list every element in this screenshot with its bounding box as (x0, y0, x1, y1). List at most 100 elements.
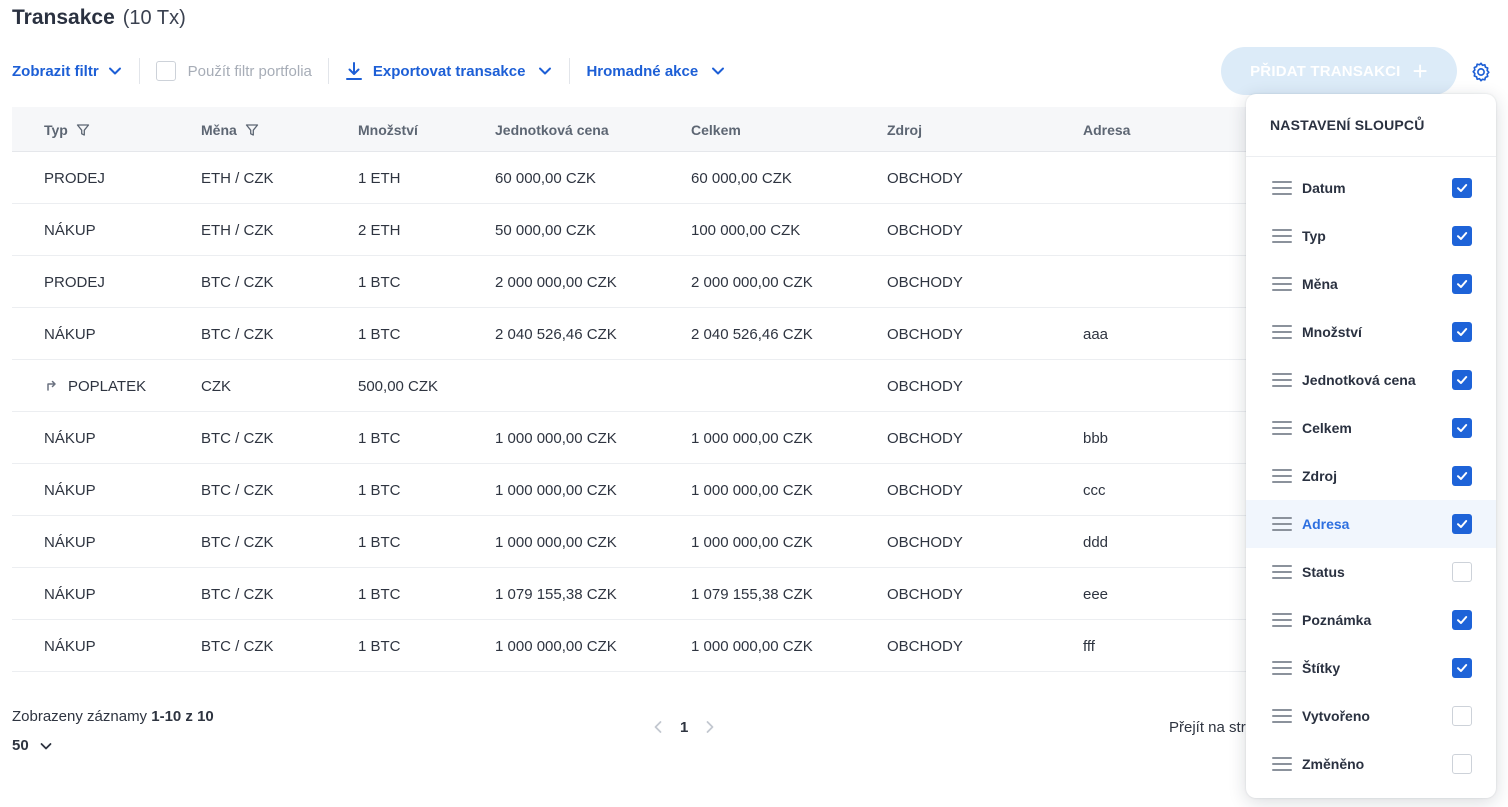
column-header-unit-price[interactable]: Jednotková cena (495, 107, 609, 152)
column-header-address[interactable]: Adresa (1083, 107, 1130, 152)
cell-total: 2 000 000,00 CZK (691, 273, 813, 291)
column-settings-button[interactable] (1466, 57, 1496, 87)
table-row[interactable]: NÁKUP BTC / CZK 1 BTC 2 040 526,46 CZK 2 040… (12, 308, 1312, 360)
column-setting-label: Množství (1302, 324, 1362, 340)
chevron-right-icon[interactable] (702, 719, 718, 735)
current-page[interactable]: 1 (680, 719, 688, 736)
column-setting-checkbox[interactable] (1452, 658, 1472, 678)
drag-handle-icon[interactable] (1272, 181, 1292, 195)
page-size-select[interactable]: 50 (12, 737, 53, 754)
drag-handle-icon[interactable] (1272, 757, 1292, 771)
portfolio-filter-checkbox[interactable] (155, 61, 176, 81)
column-setting-label: Celkem (1302, 420, 1352, 436)
cell-unit-price: 2 000 000,00 CZK (495, 273, 617, 291)
column-setting-label: Datum (1302, 180, 1346, 196)
column-setting-label: Typ (1302, 228, 1326, 244)
drag-handle-icon[interactable] (1272, 229, 1292, 243)
drag-handle-icon[interactable] (1272, 613, 1292, 627)
checkmark-icon (1457, 520, 1468, 528)
cell-unit-price: 1 000 000,00 CZK (495, 637, 617, 655)
column-setting-item[interactable]: Měna (1246, 260, 1496, 308)
column-header-total[interactable]: Celkem (691, 107, 741, 152)
drag-handle-icon[interactable] (1272, 709, 1292, 723)
checkmark-icon (1457, 376, 1468, 384)
cell-source: OBCHODY (887, 169, 963, 187)
table-body: PRODEJ ETH / CZK 1 ETH 60 000,00 CZK 60 000,… (12, 152, 1312, 672)
show-filter-button[interactable]: Zobrazit filtr (12, 52, 123, 90)
cell-type: PRODEJ (44, 273, 105, 291)
column-setting-checkbox[interactable] (1452, 274, 1472, 294)
column-setting-checkbox[interactable] (1452, 610, 1472, 630)
column-setting-checkbox[interactable] (1452, 370, 1472, 390)
page-header: Transakce (10 Tx) (12, 6, 186, 32)
cell-source: OBCHODY (887, 429, 963, 447)
column-setting-checkbox[interactable] (1452, 466, 1472, 486)
column-setting-item[interactable]: Poznámka (1246, 596, 1496, 644)
drag-handle-icon[interactable] (1272, 373, 1292, 387)
table-row[interactable]: NÁKUP BTC / CZK 1 BTC 1 000 000,00 CZK 1 000… (12, 620, 1312, 672)
drag-handle-icon[interactable] (1272, 277, 1292, 291)
column-setting-item[interactable]: Změněno (1246, 740, 1496, 788)
drag-handle-icon[interactable] (1272, 325, 1292, 339)
column-setting-item[interactable]: Množství (1246, 308, 1496, 356)
table-row[interactable]: NÁKUP BTC / CZK 1 BTC 1 000 000,00 CZK 1 000… (12, 464, 1312, 516)
drag-handle-icon[interactable] (1272, 565, 1292, 579)
filter-icon[interactable] (76, 123, 90, 137)
cell-unit-price: 1 000 000,00 CZK (495, 429, 617, 447)
cell-currency: BTC / CZK (201, 585, 274, 603)
table-row[interactable]: NÁKUP BTC / CZK 1 BTC 1 000 000,00 CZK 1 000… (12, 516, 1312, 568)
cell-type: NÁKUP (44, 585, 96, 603)
cell-source: OBCHODY (887, 377, 963, 395)
column-header-type[interactable]: Typ (44, 107, 90, 152)
cell-address: eee (1083, 585, 1109, 603)
chevron-left-icon[interactable] (650, 719, 666, 735)
download-icon (345, 62, 362, 80)
column-setting-checkbox[interactable] (1452, 178, 1472, 198)
cell-type: NÁKUP (44, 533, 96, 551)
table-row[interactable]: PRODEJ BTC / CZK 1 BTC 2 000 000,00 CZK 2 00… (12, 256, 1312, 308)
drag-handle-icon[interactable] (1272, 469, 1292, 483)
table-row[interactable]: NÁKUP BTC / CZK 1 BTC 1 000 000,00 CZK 1 000… (12, 412, 1312, 464)
column-setting-item[interactable]: Zdroj (1246, 452, 1496, 500)
column-header-quantity[interactable]: Množství (358, 107, 418, 152)
column-setting-checkbox[interactable] (1452, 226, 1472, 246)
cell-type: NÁKUP (44, 637, 96, 655)
column-setting-item[interactable]: Adresa (1246, 500, 1496, 548)
column-setting-item[interactable]: Štítky (1246, 644, 1496, 692)
table-row[interactable]: POPLATEK CZK 500,00 CZK OBCHODY (12, 360, 1312, 412)
column-setting-checkbox[interactable] (1452, 562, 1472, 582)
bulk-actions-button[interactable]: Hromadné akce (586, 52, 726, 90)
column-setting-item[interactable]: Status (1246, 548, 1496, 596)
column-setting-item[interactable]: Jednotková cena (1246, 356, 1496, 404)
column-setting-checkbox[interactable] (1452, 754, 1472, 774)
checkmark-icon (1457, 424, 1468, 432)
export-button[interactable]: Exportovat transakce (345, 52, 554, 90)
cell-unit-price: 1 000 000,00 CZK (495, 533, 617, 551)
column-setting-item[interactable]: Typ (1246, 212, 1496, 260)
portfolio-filter-toggle[interactable]: Použít filtr portfolia (155, 52, 312, 90)
toolbar-divider (138, 58, 140, 84)
drag-handle-icon[interactable] (1272, 421, 1292, 435)
column-header-source[interactable]: Zdroj (887, 107, 922, 152)
chevron-down-icon (712, 67, 725, 75)
filter-icon[interactable] (245, 123, 259, 137)
sub-row-arrow-icon (47, 380, 56, 391)
column-setting-checkbox[interactable] (1452, 322, 1472, 342)
drag-handle-icon[interactable] (1272, 661, 1292, 675)
column-setting-checkbox[interactable] (1452, 418, 1472, 438)
pagination: 1 (650, 716, 718, 738)
table-row[interactable]: NÁKUP BTC / CZK 1 BTC 1 079 155,38 CZK 1 079… (12, 568, 1312, 620)
cell-quantity: 1 ETH (358, 169, 401, 187)
table-row[interactable]: PRODEJ ETH / CZK 1 ETH 60 000,00 CZK 60 000,… (12, 152, 1312, 204)
column-settings-list: Datum Typ Měna Množství Jednotková cena Celke… (1246, 157, 1496, 788)
column-header-currency[interactable]: Měna (201, 107, 259, 152)
column-setting-checkbox[interactable] (1452, 706, 1472, 726)
drag-handle-icon[interactable] (1272, 517, 1292, 531)
add-transaction-button[interactable]: PŘIDAT TRANSAKCI + (1221, 47, 1457, 95)
column-setting-checkbox[interactable] (1452, 514, 1472, 534)
table-row[interactable]: NÁKUP ETH / CZK 2 ETH 50 000,00 CZK 100 000,… (12, 204, 1312, 256)
column-setting-item[interactable]: Vytvořeno (1246, 692, 1496, 740)
column-setting-item[interactable]: Celkem (1246, 404, 1496, 452)
column-setting-item[interactable]: Datum (1246, 164, 1496, 212)
cell-source: OBCHODY (887, 637, 963, 655)
